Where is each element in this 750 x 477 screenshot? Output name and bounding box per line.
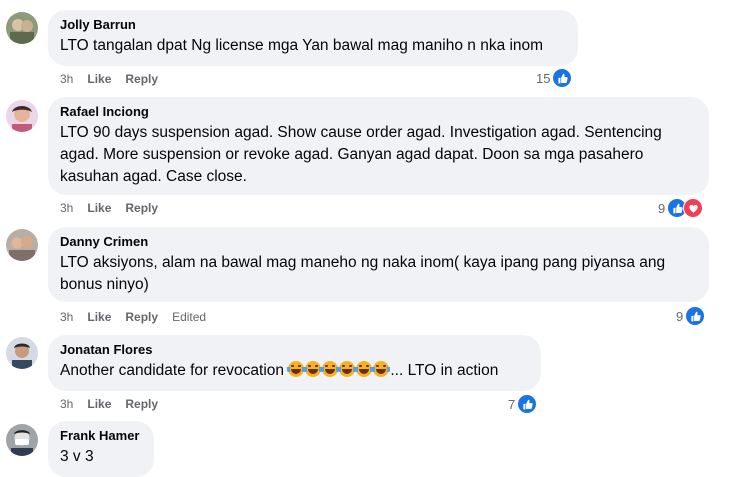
comment-text-line: agad. More suspension or revoke agad. Ga… xyxy=(60,146,644,163)
comment-author[interactable]: Jonatan Flores xyxy=(60,342,529,358)
comment-author[interactable]: Danny Crimen xyxy=(60,234,697,250)
reply-button[interactable]: Reply xyxy=(125,201,158,215)
reaction-count: 9 xyxy=(658,200,666,216)
comment-bubble: Frank Hamer 3 v 3 xyxy=(48,421,154,477)
comment-actions: 3h Like Reply xyxy=(60,396,172,412)
like-button[interactable]: Like xyxy=(87,72,111,86)
heart-icon xyxy=(683,198,704,218)
reaction-count: 9 xyxy=(676,308,684,324)
avatar[interactable] xyxy=(6,100,38,132)
reaction-summary[interactable]: 7 xyxy=(508,394,538,414)
comment-text-part: ... LTO in action xyxy=(390,362,499,379)
comment-timestamp[interactable]: 3h xyxy=(60,72,73,86)
face-with-tears-of-joy-icon xyxy=(338,361,357,377)
comment-text-line: bonus ninyo) xyxy=(60,276,149,293)
comment-text: LTO 90 days suspension agad. Show cause … xyxy=(60,122,697,188)
comment-text: LTO aksiyons, alam na bawal mag maneho n… xyxy=(60,252,697,296)
reply-button[interactable]: Reply xyxy=(125,310,158,324)
thumbs-up-icon xyxy=(517,394,538,414)
comment-text-line: LTO 90 days suspension agad. Show cause … xyxy=(60,124,662,141)
reaction-summary[interactable]: 9 xyxy=(676,306,706,326)
face-with-tears-of-joy-icon xyxy=(372,361,391,377)
comment-timestamp[interactable]: 3h xyxy=(60,201,73,215)
avatar[interactable] xyxy=(6,12,38,44)
thumbs-up-icon xyxy=(685,306,706,326)
comment-bubble: Jonatan Flores Another candidate for rev… xyxy=(48,335,541,391)
thumbs-up-icon xyxy=(552,68,573,88)
emoji-row xyxy=(287,361,391,379)
reply-button[interactable]: Reply xyxy=(125,397,158,411)
comment-author[interactable]: Frank Hamer xyxy=(60,428,142,444)
like-button[interactable]: Like xyxy=(87,310,111,324)
face-with-tears-of-joy-icon xyxy=(321,361,340,377)
reaction-summary[interactable]: 9 xyxy=(658,198,704,218)
face-with-tears-of-joy-icon xyxy=(355,361,374,377)
comment-author[interactable]: Jolly Barrun xyxy=(60,17,566,33)
comment-text-line: kasuhan agad. Case close. xyxy=(60,168,247,185)
avatar[interactable] xyxy=(6,424,38,456)
comment-text: Another candidate for revocation ... LTO… xyxy=(60,360,529,382)
face-with-tears-of-joy-icon xyxy=(304,361,323,377)
comment-bubble: Jolly Barrun LTO tangalan dpat Ng licens… xyxy=(48,10,578,66)
comment-text: LTO tangalan dpat Ng license mga Yan baw… xyxy=(60,37,544,54)
comment-actions: 3h Like Reply xyxy=(60,71,172,87)
reaction-count: 15 xyxy=(536,70,551,86)
like-button[interactable]: Like xyxy=(87,397,111,411)
edited-label[interactable]: Edited xyxy=(172,310,206,324)
avatar[interactable] xyxy=(6,229,38,261)
comment-actions: 3h Like Reply xyxy=(60,200,172,216)
reaction-summary[interactable]: 15 xyxy=(536,68,573,88)
comment-text-part: Another candidate for revocation xyxy=(60,362,289,379)
comment-bubble: Rafael Inciong LTO 90 days suspension ag… xyxy=(48,97,709,195)
reaction-count: 7 xyxy=(508,396,516,412)
comment-timestamp[interactable]: 3h xyxy=(60,397,73,411)
comment-timestamp[interactable]: 3h xyxy=(60,310,73,324)
face-with-tears-of-joy-icon xyxy=(287,361,306,377)
like-button[interactable]: Like xyxy=(87,201,111,215)
comment-author[interactable]: Rafael Inciong xyxy=(60,104,697,120)
comment-actions: 3h Like Reply Edited xyxy=(60,309,220,325)
comment-text-line: LTO aksiyons, alam na bawal mag maneho n… xyxy=(60,254,666,271)
avatar[interactable] xyxy=(6,337,38,369)
comment-text: 3 v 3 xyxy=(60,448,94,465)
comment-bubble: Danny Crimen LTO aksiyons, alam na bawal… xyxy=(48,227,709,302)
reply-button[interactable]: Reply xyxy=(125,72,158,86)
